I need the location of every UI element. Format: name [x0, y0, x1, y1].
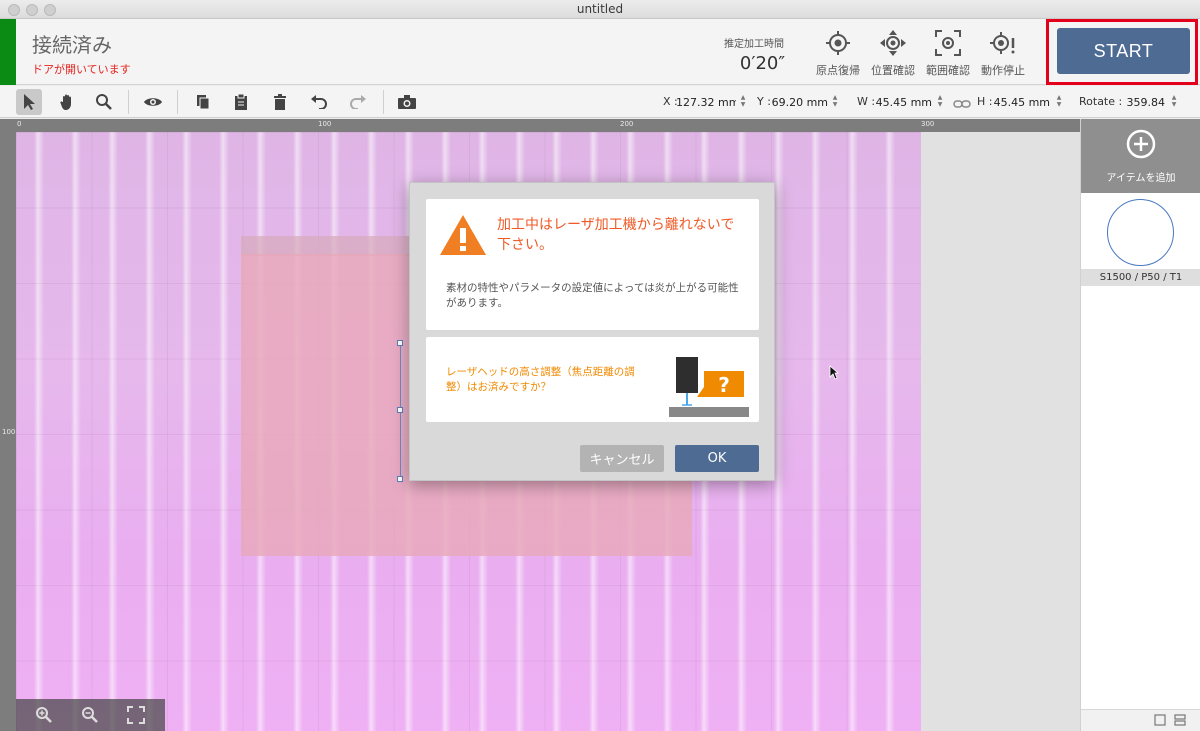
svg-text:?: ?: [718, 373, 730, 397]
item-thumbnail[interactable]: [1107, 199, 1174, 266]
hand-pan-icon: [60, 94, 71, 110]
range-check-icon: [935, 30, 961, 56]
horizontal-ruler: 0 100 200 300: [0, 119, 1080, 132]
edit-toolbar: X : ▲▼ Y : ▲▼ W : ▲▼ H : ▲▼ Rotate : ▲▼: [0, 86, 1200, 118]
delete-button[interactable]: [267, 89, 293, 115]
select-tool-button[interactable]: [16, 89, 42, 115]
ok-button[interactable]: OK: [675, 445, 759, 472]
warning-body: 素材の特性やパラメータの設定値によっては炎が上がる可能性があります。: [446, 282, 739, 309]
status-header: 接続済み ドアが開いています 推定加工時間 0′20″ 原点復帰 位置確認 範囲…: [0, 19, 1200, 85]
position-check-icon: [880, 30, 906, 56]
ruler-label: 200: [620, 120, 634, 128]
estimated-time-value: 0′20″: [739, 53, 786, 74]
split-view-icon[interactable]: [1174, 714, 1186, 726]
warning-card: 加工中はレーザ加工機から離れないで下さい。 素材の特性やパラメータの設定値によっ…: [426, 199, 759, 330]
stop-operation-icon: [990, 32, 1015, 54]
redo-button[interactable]: [345, 89, 371, 115]
laser-head-question-icon: ?: [669, 357, 749, 417]
ruler-label: 100: [2, 428, 16, 436]
side-panel-footer: [1081, 709, 1200, 731]
trash-icon: [274, 94, 286, 110]
focus-check-card: レーザヘッドの高さ調整（焦点距離の調整）はお済みですか？ ?: [426, 337, 759, 422]
door-open-warning: ドアが開いています: [32, 63, 131, 76]
redo-icon: [350, 95, 366, 109]
zoom-icon: [96, 94, 112, 110]
item-side-panel: アイテムを追加 S1500 / P50 / T1: [1080, 119, 1200, 731]
position-check-button[interactable]: 位置確認: [866, 27, 920, 81]
h-input[interactable]: [991, 92, 1050, 112]
laser-warning-dialog: 加工中はレーザ加工機から離れないで下さい。 素材の特性やパラメータの設定値によっ…: [409, 182, 775, 481]
single-view-icon[interactable]: [1154, 714, 1166, 726]
origin-return-label: 原点復帰: [816, 64, 860, 77]
zoom-in-icon: [36, 707, 52, 723]
warning-title: 加工中はレーザ加工機から離れないで下さい。: [497, 217, 735, 253]
connection-indicator: [0, 19, 16, 85]
add-item-button[interactable]: アイテムを追加: [1081, 119, 1200, 193]
origin-return-icon: [826, 31, 850, 55]
fit-view-button[interactable]: [124, 704, 148, 726]
y-stepper[interactable]: ▲ ▼: [831, 94, 839, 110]
h-stepper[interactable]: ▲ ▼: [1055, 94, 1063, 110]
title-bar: untitled: [0, 0, 1200, 19]
pan-tool-button[interactable]: [55, 89, 81, 115]
range-check-label: 範囲確認: [926, 64, 970, 77]
cancel-button[interactable]: キャンセル: [580, 445, 664, 472]
zoom-out-button[interactable]: [78, 704, 102, 726]
range-check-button[interactable]: 範囲確認: [921, 27, 975, 81]
selection-handle[interactable]: [397, 407, 403, 413]
vertical-ruler: 100: [0, 132, 16, 731]
rotate-label: Rotate :: [1079, 95, 1123, 108]
camera-icon: [398, 95, 416, 109]
toolbar-divider: [177, 90, 178, 114]
selection-handle[interactable]: [397, 476, 403, 482]
undo-icon: [311, 95, 327, 109]
zoom-in-button[interactable]: [32, 704, 56, 726]
w-stepper[interactable]: ▲ ▼: [936, 94, 944, 110]
origin-return-button[interactable]: 原点復帰: [811, 27, 865, 81]
start-button[interactable]: START: [1057, 28, 1190, 74]
rotate-stepper[interactable]: ▲ ▼: [1170, 94, 1178, 110]
focus-check-question: レーザヘッドの高さ調整（焦点距離の調整）はお済みですか？: [446, 366, 635, 393]
ruler-label: 300: [921, 120, 935, 128]
w-input[interactable]: [870, 92, 932, 112]
toolbar-divider: [383, 90, 384, 114]
warning-triangle-icon: [440, 215, 486, 255]
expand-icon: [127, 706, 145, 724]
add-item-label: アイテムを追加: [1106, 173, 1176, 184]
zoom-tool-button[interactable]: [91, 89, 117, 115]
aspect-lock-link-icon[interactable]: [953, 95, 971, 114]
item-settings-label[interactable]: S1500 / P50 / T1: [1081, 269, 1200, 286]
preview-button[interactable]: [140, 89, 166, 115]
zoom-out-icon: [82, 707, 98, 723]
zoom-controls: [16, 699, 165, 731]
selection-handle[interactable]: [397, 340, 403, 346]
select-arrow-icon: [24, 94, 35, 110]
toolbar-divider: [128, 90, 129, 114]
copy-icon: [197, 95, 210, 110]
eye-icon: [144, 98, 162, 106]
y-label: Y :: [757, 95, 771, 108]
x-input[interactable]: [676, 92, 736, 112]
copy-button[interactable]: [190, 89, 216, 115]
stop-operation-label: 動作停止: [981, 64, 1025, 77]
x-stepper[interactable]: ▲ ▼: [739, 94, 747, 110]
plus-circle-icon: [1126, 129, 1156, 159]
position-check-label: 位置確認: [871, 64, 915, 77]
stop-operation-button[interactable]: 動作停止: [976, 27, 1030, 81]
mouse-cursor-icon: [829, 365, 839, 380]
app-window: untitled 接続済み ドアが開いています 推定加工時間 0′20″ 原点復…: [0, 0, 1200, 731]
ruler-label: 0: [17, 120, 22, 128]
ruler-label: 100: [318, 120, 332, 128]
rotate-input[interactable]: [1123, 92, 1165, 112]
y-input[interactable]: [770, 92, 828, 112]
undo-button[interactable]: [306, 89, 332, 115]
window-title: untitled: [576, 2, 624, 16]
paste-button[interactable]: [228, 89, 254, 115]
camera-button[interactable]: [394, 89, 420, 115]
paste-icon: [235, 93, 247, 110]
connection-status: 接続済み: [32, 33, 112, 57]
estimated-time-label: 推定加工時間: [724, 39, 784, 50]
